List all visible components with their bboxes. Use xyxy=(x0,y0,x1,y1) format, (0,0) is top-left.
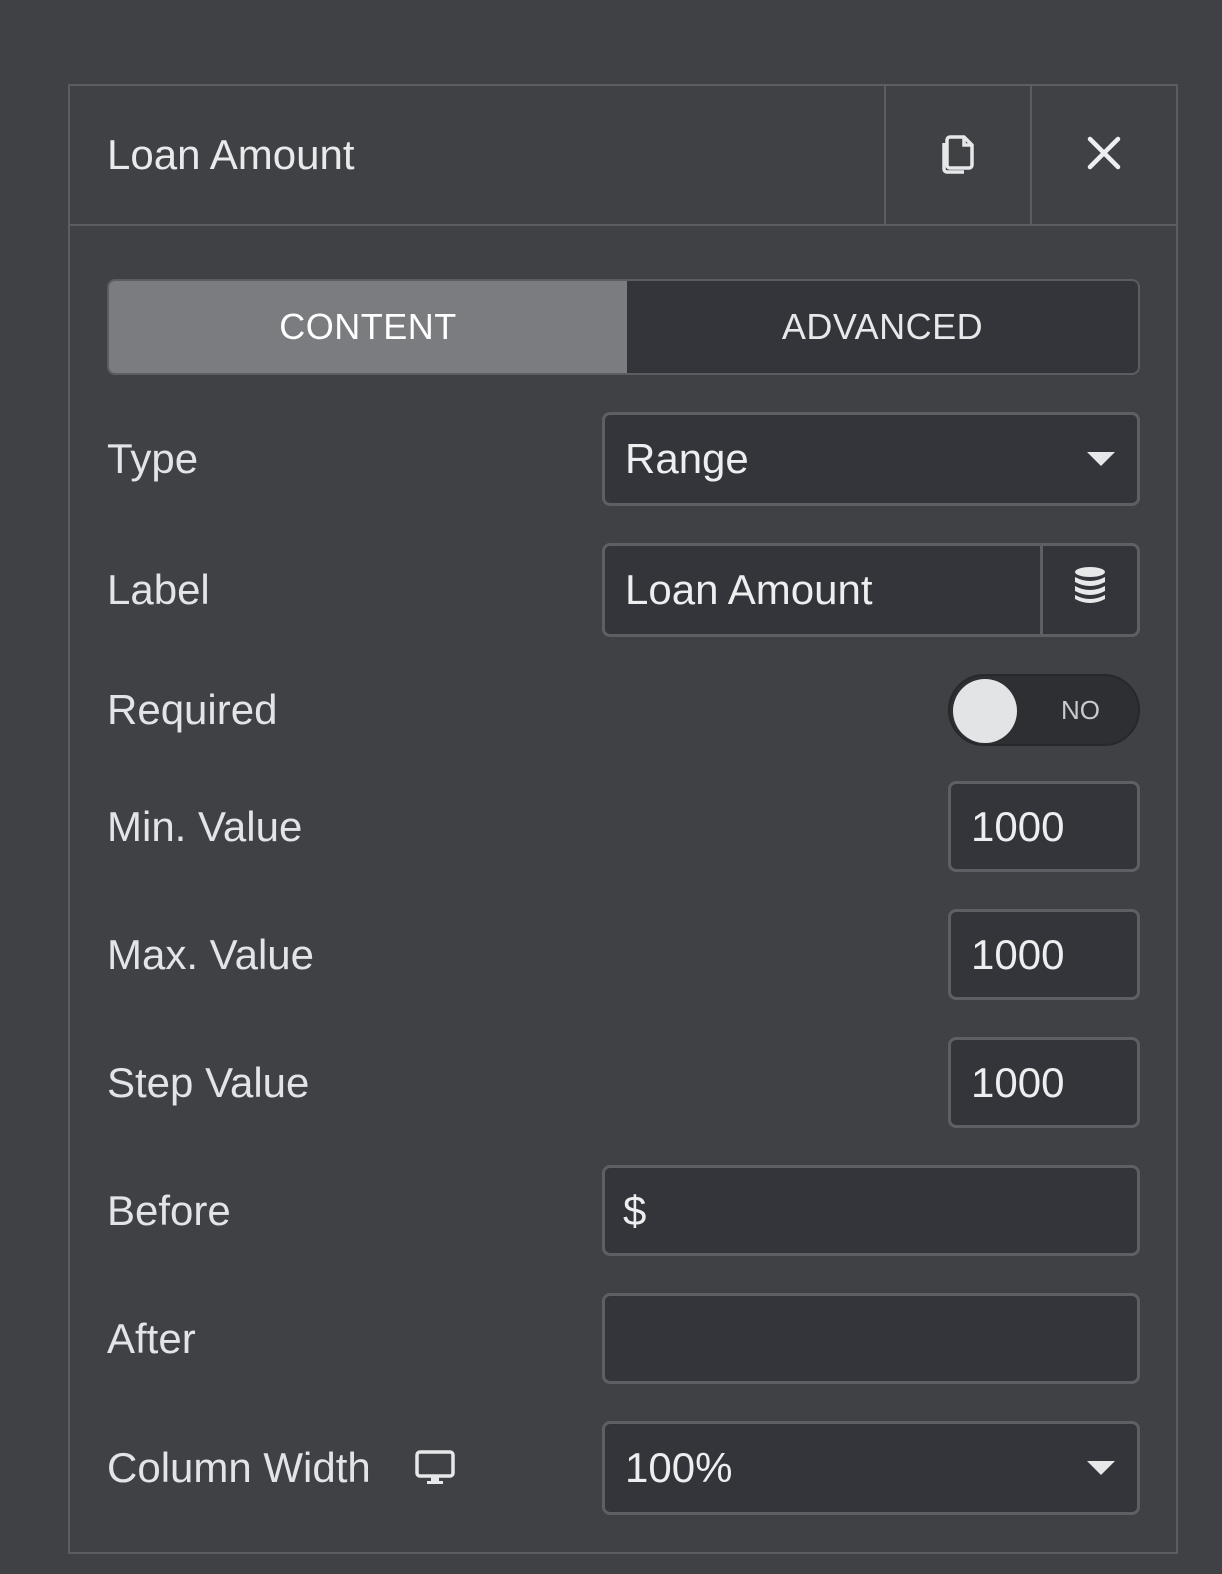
panel-header: Loan Amount xyxy=(70,86,1176,226)
tab-advanced[interactable]: ADVANCED xyxy=(627,281,1138,373)
required-row: Required NO xyxy=(107,674,1140,746)
before-text: $ xyxy=(623,1186,647,1234)
database-icon xyxy=(1074,566,1106,614)
column-width-value: 100% xyxy=(625,1444,733,1491)
min-value-text: 1000 xyxy=(971,802,1065,850)
panel-title: Loan Amount xyxy=(107,131,355,178)
column-width-select[interactable]: 100% xyxy=(602,1421,1140,1515)
before-row: Before $ xyxy=(107,1165,1140,1256)
min-value-row: Min. Value 1000 xyxy=(107,781,1140,872)
toggle-state-text: NO xyxy=(1061,694,1100,725)
label-field[interactable]: Loan Amount xyxy=(602,543,1140,637)
required-toggle[interactable]: NO xyxy=(948,674,1140,746)
duplicate-button[interactable] xyxy=(884,86,1030,224)
step-value-input[interactable]: 1000 xyxy=(948,1037,1140,1128)
column-width-label-text: Column Width xyxy=(107,1444,371,1491)
field-settings-panel: Loan Amount CONTENT ADVANCED Type Range … xyxy=(68,84,1178,1554)
close-icon xyxy=(1086,135,1122,176)
settings-tabs: CONTENT ADVANCED xyxy=(107,279,1140,375)
label-label: Label xyxy=(107,566,210,613)
max-value-text: 1000 xyxy=(971,930,1065,978)
label-row: Label Loan Amount xyxy=(107,543,1140,637)
after-row: After xyxy=(107,1293,1140,1384)
duplicate-icon xyxy=(938,131,978,180)
before-input[interactable]: $ xyxy=(602,1165,1140,1256)
tab-content[interactable]: CONTENT xyxy=(109,281,627,373)
type-select-value: Range xyxy=(625,435,749,482)
type-select[interactable]: Range xyxy=(602,412,1140,506)
type-row: Type Range xyxy=(107,412,1140,506)
toggle-knob xyxy=(953,679,1017,743)
max-value-row: Max. Value 1000 xyxy=(107,909,1140,1000)
min-value-input[interactable]: 1000 xyxy=(948,781,1140,872)
max-value-label: Max. Value xyxy=(107,930,314,978)
min-value-label: Min. Value xyxy=(107,802,303,850)
dynamic-tags-button[interactable] xyxy=(1040,546,1137,634)
required-label: Required xyxy=(107,686,278,733)
close-button[interactable] xyxy=(1030,86,1176,224)
step-value-text: 1000 xyxy=(971,1058,1065,1106)
type-label: Type xyxy=(107,435,199,482)
step-value-row: Step Value 1000 xyxy=(107,1037,1140,1128)
step-value-label: Step Value xyxy=(107,1058,310,1106)
column-width-row: Column Width 100% xyxy=(107,1421,1140,1515)
chevron-down-icon xyxy=(1087,452,1115,466)
before-label: Before xyxy=(107,1186,231,1234)
after-label: After xyxy=(107,1314,196,1362)
after-input[interactable] xyxy=(602,1293,1140,1384)
chevron-down-icon xyxy=(1087,1461,1115,1475)
desktop-icon[interactable] xyxy=(415,1450,455,1486)
column-width-label: Column Width xyxy=(107,1444,455,1492)
label-field-value[interactable]: Loan Amount xyxy=(605,566,1040,614)
max-value-input[interactable]: 1000 xyxy=(948,909,1140,1000)
